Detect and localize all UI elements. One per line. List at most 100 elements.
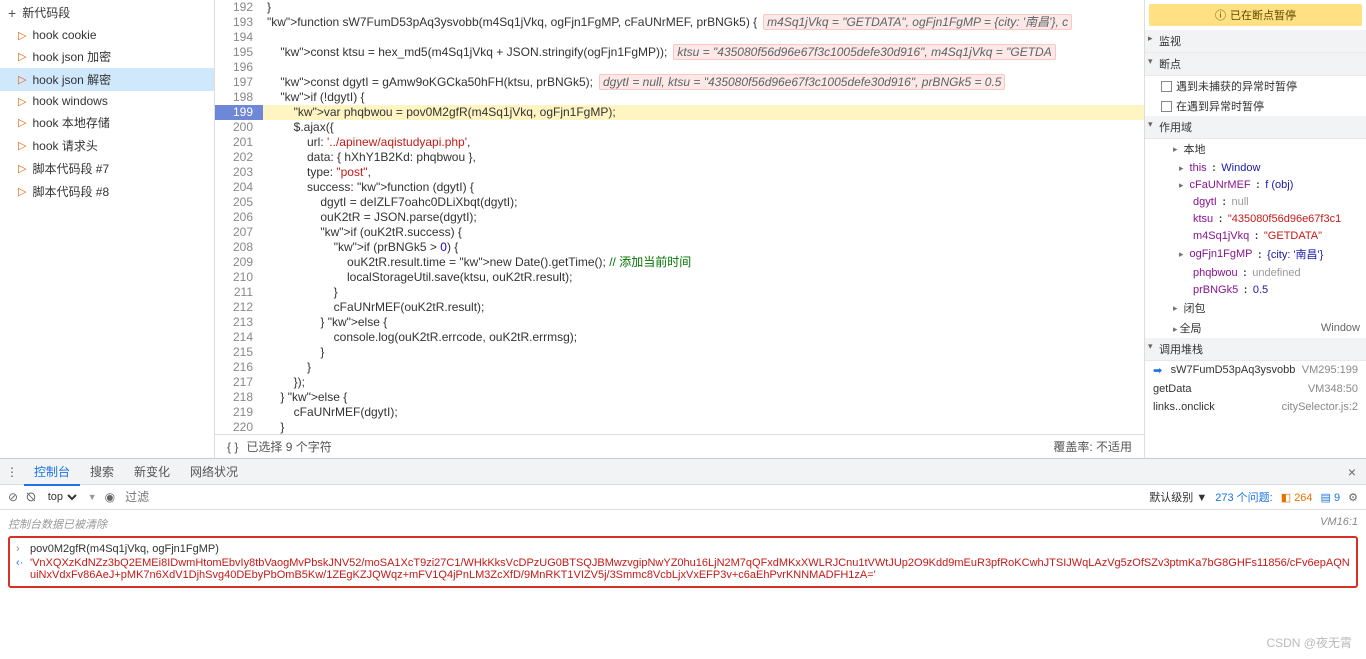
bp-uncaught[interactable]: 遇到未捕获的异常时暂停	[1145, 76, 1366, 96]
line-number[interactable]: 219	[215, 405, 263, 420]
sidebar-item[interactable]: ▷脚本代码段 #8	[0, 180, 214, 203]
line-number[interactable]: 210	[215, 270, 263, 285]
code-line[interactable]: 220 }	[215, 420, 1144, 434]
code-line[interactable]: 203 type: "post",	[215, 165, 1144, 180]
line-number[interactable]: 202	[215, 150, 263, 165]
sidebar-item[interactable]: ▷hook json 解密	[0, 68, 214, 91]
filter-input[interactable]	[123, 488, 1141, 506]
sidebar-item[interactable]: ▷hook json 加密	[0, 45, 214, 68]
console-output[interactable]: 控制台数据已被清除 VM16:1 › pov0M2gfR(m4Sq1jVkq, …	[0, 510, 1366, 640]
code-line[interactable]: 219 cFaUNrMEF(dgytI);	[215, 405, 1144, 420]
code-line[interactable]: 213 } "kw">else {	[215, 315, 1144, 330]
breakpoints-section[interactable]: 断点	[1145, 53, 1366, 76]
callstack-section[interactable]: 调用堆栈	[1145, 338, 1366, 361]
code-editor[interactable]: 192}193"kw">function sW7FumD53pAq3ysvobb…	[215, 0, 1144, 458]
sidebar-item[interactable]: ▷hook 请求头	[0, 134, 214, 157]
code-line[interactable]: 204 success: "kw">function (dgytI) {	[215, 180, 1144, 195]
line-number[interactable]: 203	[215, 165, 263, 180]
drawer-close-icon[interactable]: ×	[1338, 464, 1366, 480]
scope-variable[interactable]: ogFjn1FgMP: {city: '南昌'}	[1145, 244, 1366, 264]
line-number[interactable]: 200	[215, 120, 263, 135]
code-line[interactable]: 193"kw">function sW7FumD53pAq3ysvobb(m4S…	[215, 15, 1144, 30]
code-line[interactable]: 195 "kw">const ktsu = hex_md5(m4Sq1jVkq …	[215, 45, 1144, 60]
code-line[interactable]: 207 "kw">if (ouK2tR.success) {	[215, 225, 1144, 240]
code-line[interactable]: 214 console.log(ouK2tR.errcode, ouK2tR.e…	[215, 330, 1144, 345]
code-line[interactable]: 218 } "kw">else {	[215, 390, 1144, 405]
drawer-tab[interactable]: 控制台	[24, 459, 80, 486]
callstack-frame[interactable]: sW7FumD53pAq3ysvobbVM295:199	[1145, 361, 1366, 380]
line-number[interactable]: 220	[215, 420, 263, 434]
line-number[interactable]: 196	[215, 60, 263, 75]
code-line[interactable]: 216 }	[215, 360, 1144, 375]
checkbox-icon[interactable]	[1161, 101, 1172, 112]
sidebar-item[interactable]: ▷hook cookie	[0, 25, 214, 45]
line-number[interactable]: 201	[215, 135, 263, 150]
scope-global[interactable]: 全局Window	[1145, 318, 1366, 338]
checkbox-icon[interactable]	[1161, 81, 1172, 92]
scope-variable[interactable]: prBNGk5: 0.5	[1145, 281, 1366, 298]
sidebar-item[interactable]: ▷hook 本地存储	[0, 111, 214, 134]
line-number[interactable]: 215	[215, 345, 263, 360]
new-snippet-button[interactable]: + 新代码段	[0, 0, 214, 25]
line-number[interactable]: 194	[215, 30, 263, 45]
code-line[interactable]: 202 data: { hXhY1B2Kd: phqbwou },	[215, 150, 1144, 165]
line-number[interactable]: 204	[215, 180, 263, 195]
line-number[interactable]: 214	[215, 330, 263, 345]
bp-caught[interactable]: 在遇到异常时暂停	[1145, 96, 1366, 116]
code-line[interactable]: 210 localStorageUtil.save(ktsu, ouK2tR.r…	[215, 270, 1144, 285]
line-number[interactable]: 192	[215, 0, 263, 15]
scope-section[interactable]: 作用域	[1145, 116, 1366, 139]
line-number[interactable]: 195	[215, 45, 263, 60]
braces-icon[interactable]: { }	[227, 440, 238, 454]
code-line[interactable]: 199 "kw">var phqbwou = pov0M2gfR(m4Sq1jV…	[215, 105, 1144, 120]
line-number[interactable]: 206	[215, 210, 263, 225]
scope-variable[interactable]: dgytI: null	[1145, 193, 1366, 210]
line-number[interactable]: 217	[215, 375, 263, 390]
line-number[interactable]: 218	[215, 390, 263, 405]
drawer-tab[interactable]: 网络状况	[180, 459, 248, 485]
scope-variable[interactable]: phqbwou: undefined	[1145, 264, 1366, 281]
code-line[interactable]: 206 ouK2tR = JSON.parse(dgytI);	[215, 210, 1144, 225]
line-number[interactable]: 216	[215, 360, 263, 375]
line-number[interactable]: 193	[215, 15, 263, 30]
line-number[interactable]: 197	[215, 75, 263, 90]
code-line[interactable]: 217 });	[215, 375, 1144, 390]
code-line[interactable]: 215 }	[215, 345, 1144, 360]
sidebar-item[interactable]: ▷hook windows	[0, 91, 214, 111]
line-number[interactable]: 209	[215, 255, 263, 270]
code-line[interactable]: 192}	[215, 0, 1144, 15]
scope-variable[interactable]: this: Window	[1145, 159, 1366, 176]
line-number[interactable]: 198	[215, 90, 263, 105]
line-number[interactable]: 205	[215, 195, 263, 210]
code-line[interactable]: 208 "kw">if (prBNGk5 > 0) {	[215, 240, 1144, 255]
info-count[interactable]: ▤ 9	[1321, 491, 1341, 504]
code-line[interactable]: 211 }	[215, 285, 1144, 300]
line-number[interactable]: 213	[215, 315, 263, 330]
scope-closure[interactable]: 闭包	[1145, 298, 1366, 318]
warn-count[interactable]: ◧ 264	[1281, 491, 1313, 504]
context-select[interactable]: top	[44, 490, 80, 504]
code-line[interactable]: 205 dgytI = deIZLF7oahc0DLiXbqt(dgytI);	[215, 195, 1144, 210]
code-line[interactable]: 196	[215, 60, 1144, 75]
drawer-tab[interactable]: 新变化	[124, 459, 180, 485]
code-line[interactable]: 198 "kw">if (!dgytI) {	[215, 90, 1144, 105]
callstack-frame[interactable]: links..onclickcitySelector.js:2	[1145, 398, 1366, 416]
console-menu-icon[interactable]: ⋮	[6, 465, 18, 479]
log-level-select[interactable]: 默认级别 ▼	[1149, 489, 1207, 505]
sidebar-item[interactable]: ▷脚本代码段 #7	[0, 157, 214, 180]
line-number[interactable]: 211	[215, 285, 263, 300]
code-line[interactable]: 197 "kw">const dgytI = gAmw9oKGCka50hFH(…	[215, 75, 1144, 90]
clear-icon[interactable]: ⦰	[26, 490, 36, 505]
line-number[interactable]: 207	[215, 225, 263, 240]
issues-link[interactable]: 273 个问题:	[1215, 489, 1272, 505]
callstack-frame[interactable]: getDataVM348:50	[1145, 380, 1366, 398]
line-number[interactable]: 212	[215, 300, 263, 315]
code-line[interactable]: 201 url: '../apinew/aqistudyapi.php',	[215, 135, 1144, 150]
clear-console-icon[interactable]: ⊘	[8, 490, 18, 504]
code-line[interactable]: 194	[215, 30, 1144, 45]
scope-variable[interactable]: cFaUNrMEF: f (obj)	[1145, 176, 1366, 193]
code-line[interactable]: 200 $.ajax({	[215, 120, 1144, 135]
scope-variable[interactable]: m4Sq1jVkq: "GETDATA"	[1145, 227, 1366, 244]
code-line[interactable]: 212 cFaUNrMEF(ouK2tR.result);	[215, 300, 1144, 315]
line-number[interactable]: 208	[215, 240, 263, 255]
